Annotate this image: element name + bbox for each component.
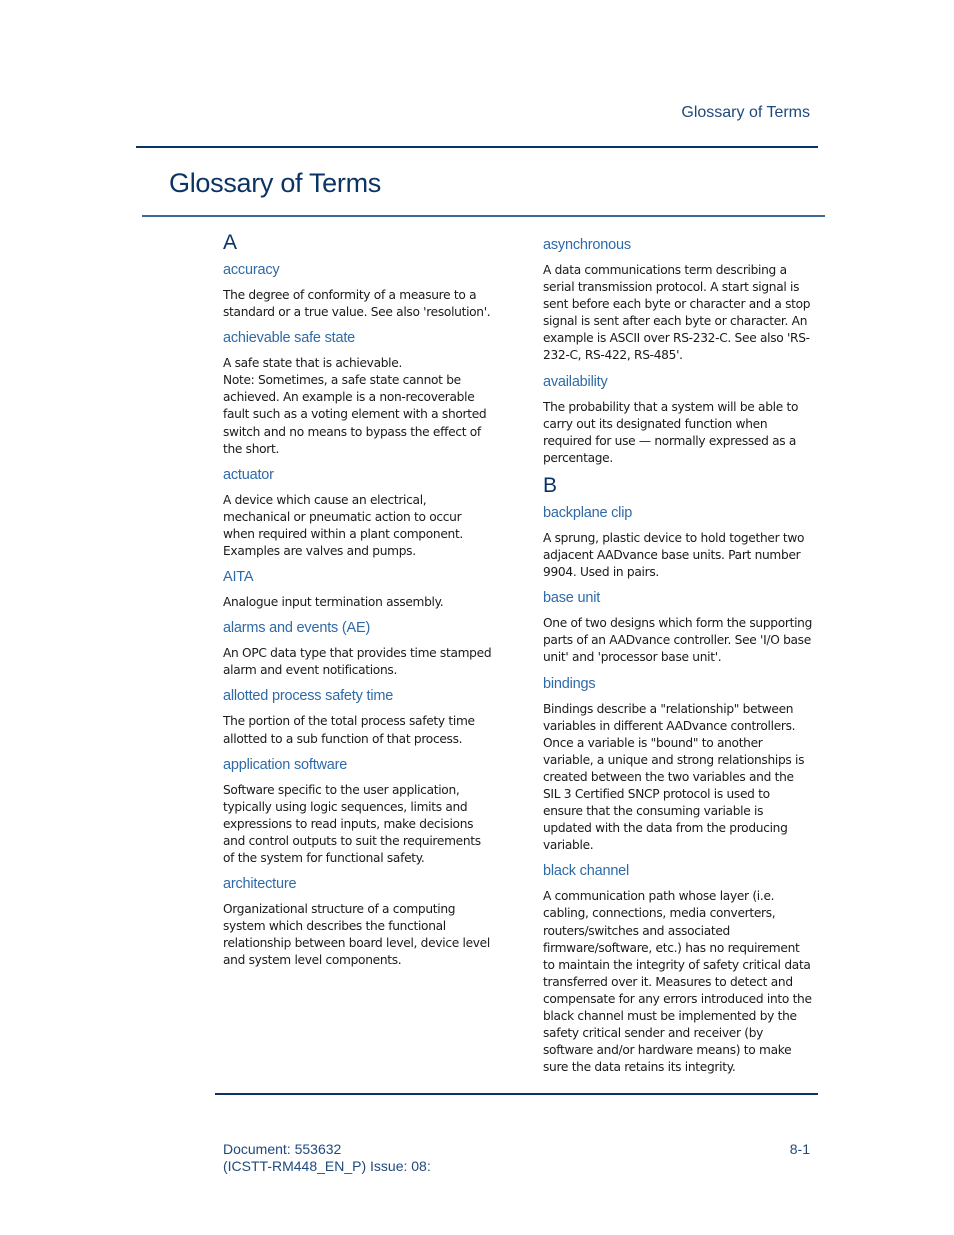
- glossary-term: bindings: [543, 675, 596, 692]
- section-letter: B: [543, 473, 558, 497]
- footer-document-info: Document: 553632 (ICSTT-RM448_EN_P) Issu…: [223, 1141, 431, 1175]
- glossary-entry: accuracy The degree of conformity of a m…: [223, 261, 493, 321]
- glossary-definition: Analogue input termination assembly.: [223, 595, 444, 610]
- glossary-entry: allotted process safety time The portion…: [223, 687, 493, 747]
- glossary-term: alarms and events (AE): [223, 620, 371, 637]
- glossary-entry: achievable safe state A safe state that …: [223, 329, 493, 458]
- glossary-entry: architecture Organizational structure of…: [223, 875, 493, 969]
- glossary-definition: One of two designs which form the suppor…: [543, 616, 813, 665]
- running-header-title: Glossary of Terms: [681, 104, 810, 121]
- glossary-term: backplane clip: [543, 504, 633, 521]
- section-letter: A: [223, 231, 238, 254]
- glossary-term: achievable safe state: [223, 330, 356, 347]
- glossary-definition: An OPC data type that provides time stam…: [223, 646, 492, 678]
- glossary-term: architecture: [223, 876, 297, 893]
- glossary-definition: Organizational structure of a computing …: [223, 902, 490, 968]
- footer-document-number: Document: 553632: [223, 1141, 342, 1157]
- glossary-term: black channel: [543, 863, 630, 880]
- glossary-definition: The probability that a system will be ab…: [543, 399, 799, 465]
- glossary-entry: backplane clip A sprung, plastic device …: [543, 504, 813, 581]
- glossary-term: availability: [543, 373, 608, 390]
- glossary-entry: bindings Bindings describe a "relationsh…: [543, 675, 813, 855]
- glossary-term: application software: [223, 756, 348, 773]
- glossary-column-right: asynchronous A data communications term …: [543, 236, 813, 1084]
- glossary-column-left: A accuracy The degree of conformity of a…: [223, 230, 493, 977]
- glossary-definition: Bindings describe a "relationship" betwe…: [543, 701, 805, 853]
- glossary-definition: Software specific to the user applicatio…: [223, 782, 481, 865]
- glossary-entry: asynchronous A data communications term …: [543, 236, 813, 365]
- glossary-term: asynchronous: [543, 237, 631, 253]
- glossary-definition: A sprung, plastic device to hold togethe…: [543, 530, 805, 580]
- glossary-entry: base unit One of two designs which form …: [543, 589, 813, 666]
- glossary-entry: actuator A device which cause an electri…: [223, 466, 493, 560]
- glossary-term: actuator: [223, 466, 274, 483]
- footer-issue: (ICSTT-RM448_EN_P) Issue: 08:: [223, 1158, 431, 1174]
- glossary-term: accuracy: [223, 262, 280, 278]
- glossary-definition: A communication path whose layer (i.e. c…: [543, 889, 812, 1075]
- page-number: 8-1: [789, 1141, 810, 1157]
- glossary-entry: black channel A communication path whose…: [543, 862, 813, 1076]
- title-rule: [142, 215, 825, 217]
- glossary-definition: A data communications term describing a …: [543, 263, 811, 363]
- header-rule: [136, 146, 818, 148]
- glossary-definition: A device which cause an electrical, mech…: [223, 492, 464, 559]
- page-title: Glossary of Terms: [169, 168, 381, 198]
- footer-rule: [215, 1093, 818, 1095]
- glossary-term: AITA: [223, 569, 254, 586]
- glossary-definition: A safe state that is achievable. Note: S…: [223, 356, 487, 456]
- glossary-definition: The portion of the total process safety …: [223, 714, 475, 746]
- glossary-term: allotted process safety time: [223, 688, 394, 705]
- glossary-entry: AITA Analogue input termination assembly…: [223, 568, 493, 611]
- glossary-entry: alarms and events (AE) An OPC data type …: [223, 619, 493, 679]
- glossary-entry: application software Software specific t…: [223, 756, 493, 867]
- glossary-term: base unit: [543, 590, 601, 607]
- glossary-entry: availability The probability that a syst…: [543, 373, 813, 467]
- glossary-definition: The degree of conformity of a measure to…: [223, 288, 491, 320]
